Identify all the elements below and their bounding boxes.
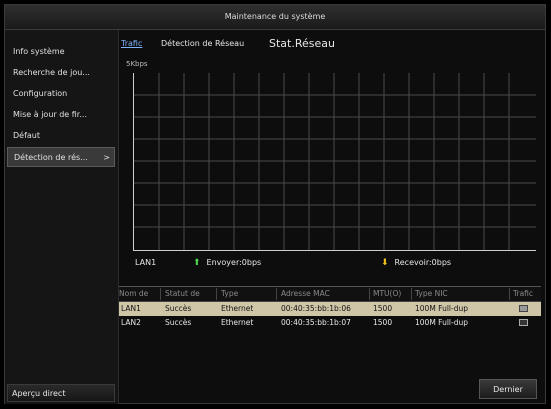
sidebar-item-label: Mise à jour de fir... bbox=[13, 110, 87, 119]
table-header: Nom de Statut de Type Adresse MAC MTU(O)… bbox=[119, 287, 541, 302]
col-nic-type-header: Type NIC bbox=[415, 289, 448, 298]
tab-network-stats[interactable]: Stat.Réseau bbox=[269, 37, 335, 50]
nic-type: Ethernet bbox=[221, 304, 254, 313]
col-mac-header: Adresse MAC bbox=[281, 289, 330, 298]
col-status-header: Statut de bbox=[165, 289, 200, 298]
tab-traffic[interactable]: Trafic bbox=[121, 39, 142, 48]
col-name-header: Nom de bbox=[119, 289, 149, 298]
sidebar-item-configuration[interactable]: Configuration bbox=[7, 84, 115, 104]
arrow-down-icon: ⬇ bbox=[381, 258, 389, 268]
traffic-chart bbox=[133, 73, 536, 251]
nic-mac: 00:40:35:bb:1b:07 bbox=[281, 318, 351, 327]
nic-type: Ethernet bbox=[221, 318, 254, 327]
sidebar-item-default[interactable]: Défaut bbox=[7, 126, 115, 146]
legend-receive-label: Recevoir:0bps bbox=[394, 258, 452, 267]
traffic-chart-grid bbox=[134, 73, 536, 250]
nic-name: LAN2 bbox=[121, 318, 141, 327]
chevron-right-icon: > bbox=[103, 153, 110, 162]
arrow-up-icon: ⬆ bbox=[193, 258, 201, 268]
legend-send: ⬆ Envoyer:0bps bbox=[193, 258, 261, 268]
col-mtu-header: MTU(O) bbox=[373, 289, 402, 298]
nic-mtu: 1500 bbox=[373, 304, 393, 313]
system-maintenance-window: Maintenance du système Info système Rech… bbox=[4, 4, 546, 404]
back-button[interactable]: Dernier bbox=[479, 379, 537, 399]
table-row[interactable]: LAN2 Succès Ethernet 00:40:35:bb:1b:07 1… bbox=[119, 316, 541, 330]
traffic-icon[interactable] bbox=[519, 316, 531, 331]
table-row[interactable]: LAN1 Succès Ethernet 00:40:35:bb:1b:06 1… bbox=[119, 302, 541, 316]
sidebar-item-firmware-update[interactable]: Mise à jour de fir... bbox=[7, 105, 115, 125]
sidebar-item-label: Défaut bbox=[13, 131, 41, 140]
sidebar-item-log-search[interactable]: Recherche de jou... bbox=[7, 63, 115, 83]
sidebar-item-label: Configuration bbox=[13, 89, 68, 98]
legend-send-label: Envoyer:0bps bbox=[206, 258, 262, 267]
sidebar-item-label: Recherche de jou... bbox=[13, 68, 90, 77]
nic-status: Succès bbox=[165, 318, 192, 327]
window-title: Maintenance du système bbox=[5, 5, 545, 30]
nic-mtu: 1500 bbox=[373, 318, 393, 327]
chart-unit-label: 5Kbps bbox=[126, 60, 148, 68]
live-view-button[interactable]: Aperçu direct bbox=[7, 384, 115, 402]
sidebar-item-network-detection[interactable]: Détection de rés... > bbox=[7, 147, 115, 167]
sidebar: Info système Recherche de jou... Configu… bbox=[5, 30, 119, 404]
sidebar-item-system-info[interactable]: Info système bbox=[7, 42, 115, 62]
tab-network-detection[interactable]: Détection de Réseau bbox=[161, 39, 244, 48]
nic-card-type: 100M Full-dup bbox=[415, 318, 468, 327]
nic-status: Succès bbox=[165, 304, 192, 313]
legend-interface: LAN1 bbox=[135, 258, 157, 267]
nic-mac: 00:40:35:bb:1b:06 bbox=[281, 304, 351, 313]
nic-table: Nom de Statut de Type Adresse MAC MTU(O)… bbox=[119, 286, 541, 330]
traffic-icon[interactable] bbox=[519, 302, 531, 317]
col-type-header: Type bbox=[221, 289, 239, 298]
legend-receive: ⬇ Recevoir:0bps bbox=[381, 258, 451, 268]
sidebar-item-label: Info système bbox=[13, 47, 65, 56]
col-traffic-header: Trafic bbox=[513, 289, 534, 298]
sidebar-item-label: Détection de rés... bbox=[14, 153, 88, 162]
nic-name: LAN1 bbox=[121, 304, 141, 313]
nic-card-type: 100M Full-dup bbox=[415, 304, 468, 313]
